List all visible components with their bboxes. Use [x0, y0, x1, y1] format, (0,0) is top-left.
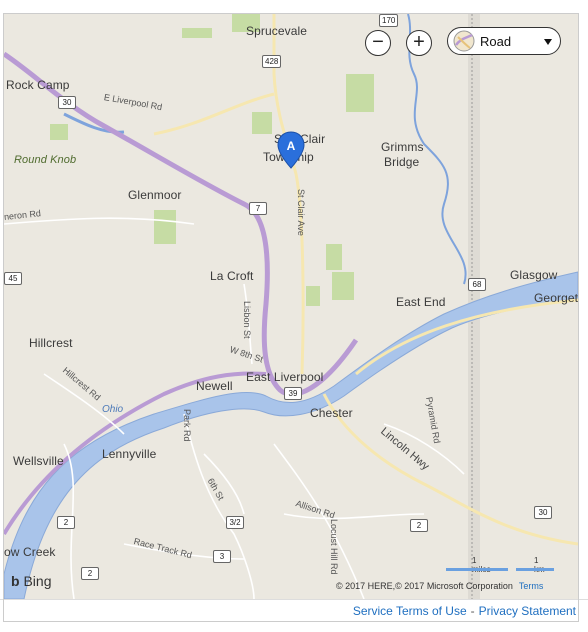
scale-miles: 1 miles [472, 556, 491, 574]
place-round-knob: Round Knob [14, 154, 77, 166]
place-la-croft: La Croft [210, 269, 254, 283]
scale-km: 1 km [534, 556, 545, 574]
place-bridge: Bridge [384, 155, 420, 169]
place-rock-camp: Rock Camp [6, 78, 70, 92]
attribution: © 2017 HERE,© 2017 Microsoft Corporation… [336, 581, 543, 591]
shield-68: 68 [468, 278, 486, 291]
map-widget: Sprucevale Rock Camp Round Knob St Clair… [0, 0, 588, 632]
place-glenmoor: Glenmoor [128, 188, 182, 202]
map-base-layer [4, 14, 578, 599]
shield-30-north: 30 [58, 96, 76, 109]
place-glasgow: Glasgow [510, 268, 558, 282]
bing-label: Bing [23, 573, 52, 589]
map-type-label: Road [480, 34, 512, 49]
zoom-in-button[interactable]: + [406, 30, 432, 56]
shield-170: 170 [379, 14, 399, 27]
place-georgetown: Georget [534, 291, 578, 305]
place-lennyville: Lennyville [102, 447, 157, 461]
shield-39: 39 [284, 387, 302, 400]
map-canvas[interactable]: Sprucevale Rock Camp Round Knob St Clair… [4, 14, 578, 599]
place-wellsville: Wellsville [13, 454, 64, 468]
shield-3-2: 3/2 [226, 516, 244, 529]
zoom-out-button[interactable]: − [365, 30, 391, 56]
shield-30-south: 30 [534, 506, 552, 519]
footer-separator: - [470, 604, 475, 618]
place-east-liverpool: East Liverpool [246, 370, 324, 384]
attribution-text: © 2017 HERE,© 2017 Microsoft Corporation [336, 581, 513, 591]
place-yellow-creek: ow Creek [4, 545, 56, 559]
privacy-link[interactable]: Privacy Statement [479, 604, 576, 618]
shield-2-west: 2 [57, 516, 75, 529]
chevron-down-icon [544, 39, 552, 45]
pushpin-marker[interactable]: A [276, 130, 306, 170]
bing-logo: b Bing [11, 573, 51, 589]
map-footer: Service Terms of Use - Privacy Statement [0, 599, 588, 622]
bing-icon: b [11, 573, 20, 589]
pushpin-label: A [287, 139, 296, 153]
shield-2-south: 2 [81, 567, 99, 580]
scale-miles-bar [446, 568, 508, 571]
road-park-rd: Park Rd [182, 409, 192, 442]
place-grimms: Grimms [381, 140, 424, 154]
map-type-select[interactable]: Road [447, 27, 561, 55]
road-locust-hill-rd: Locust Hill Rd [329, 519, 339, 575]
place-newell: Newell [196, 379, 233, 393]
place-chester: Chester [310, 406, 353, 420]
place-east-end: East End [396, 295, 446, 309]
place-hillcrest: Hillcrest [29, 336, 73, 350]
shield-2-east: 2 [410, 519, 428, 532]
road-st-clair-ave: St Clair Ave [296, 189, 306, 236]
road-lisbon-st: Lisbon St [242, 301, 252, 339]
shield-428: 428 [262, 55, 282, 68]
shield-45: 45 [4, 272, 22, 285]
place-sprucevale: Sprucevale [246, 24, 308, 38]
water-ohio: Ohio [102, 404, 124, 415]
scale-km-bar [516, 568, 554, 571]
shield-3: 3 [213, 550, 231, 563]
road-map-icon [453, 30, 475, 52]
terms-link[interactable]: Terms [519, 581, 544, 591]
shield-7: 7 [249, 202, 267, 215]
service-terms-link[interactable]: Service Terms of Use [353, 604, 467, 618]
